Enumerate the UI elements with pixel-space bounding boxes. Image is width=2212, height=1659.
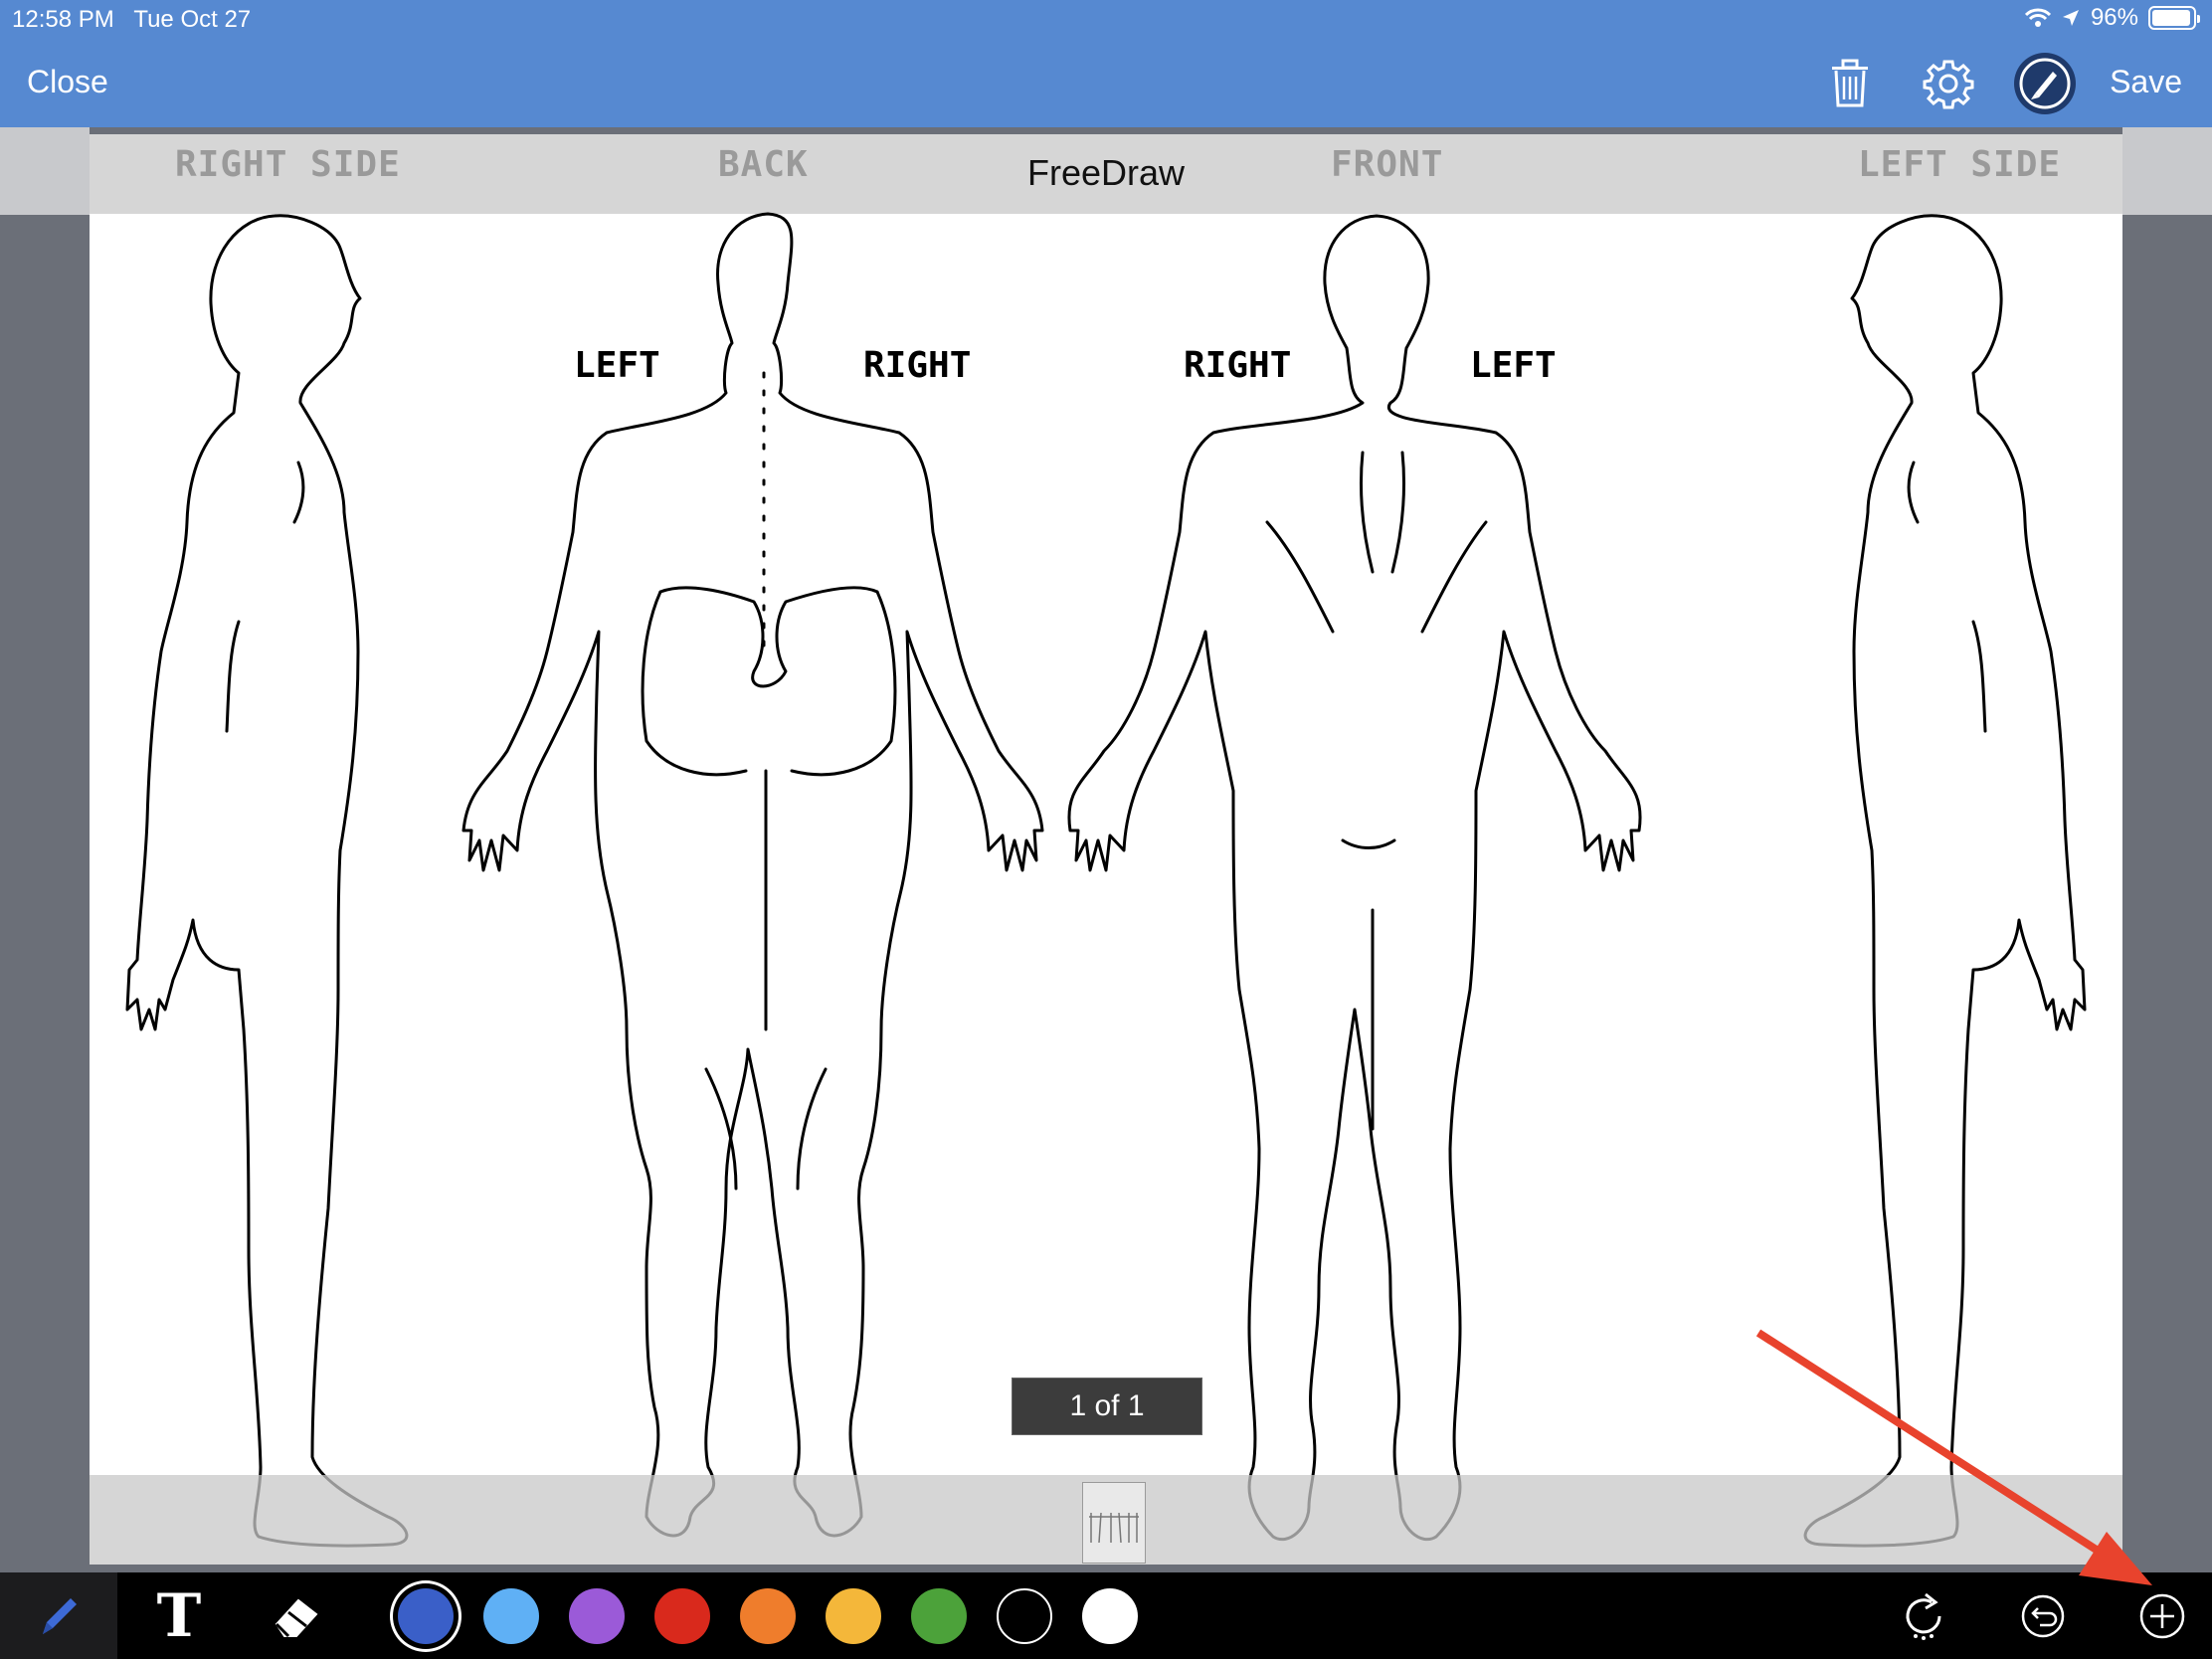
drawing-toolbar: T — [0, 1572, 2212, 1659]
location-icon — [2062, 10, 2079, 26]
color-swatch-black[interactable] — [997, 1588, 1052, 1644]
pen-circle-icon[interactable] — [2013, 52, 2077, 115]
color-swatch-orange[interactable] — [740, 1588, 796, 1644]
page-thumbnail[interactable] — [1082, 1482, 1146, 1564]
color-swatch-green[interactable] — [911, 1588, 967, 1644]
figure-left-side — [1803, 214, 2087, 1548]
page-indicator: 1 of 1 — [1012, 1378, 1202, 1435]
redo-icon[interactable] — [1894, 1586, 1953, 1646]
save-button[interactable]: Save — [2110, 64, 2182, 100]
body-diagram — [125, 212, 2087, 1548]
color-swatch-light-blue[interactable] — [483, 1588, 539, 1644]
color-swatch-white[interactable] — [1082, 1588, 1138, 1644]
canvas-margin-right — [2122, 127, 2212, 215]
gear-icon[interactable] — [1921, 56, 1976, 111]
add-page-icon[interactable] — [2132, 1586, 2192, 1646]
close-button[interactable]: Close — [27, 64, 108, 100]
back-right-label: RIGHT — [863, 345, 972, 386]
color-swatch-blue[interactable] — [398, 1588, 454, 1644]
back-left-label: LEFT — [574, 345, 660, 386]
status-indicators: 96% — [2024, 4, 2200, 32]
figure-front — [1067, 214, 1642, 1542]
status-time: 12:58 PM Tue Oct 27 — [12, 6, 251, 34]
drawing-canvas[interactable]: RIGHT SIDE BACK FRONT LEFT SIDE FreeDraw — [90, 134, 2122, 1565]
battery-percent: 96% — [2090, 4, 2138, 31]
page-thumbnail-strip — [90, 1475, 2122, 1565]
figure-back — [461, 212, 1044, 1538]
color-swatch-purple[interactable] — [569, 1588, 625, 1644]
color-swatch-yellow[interactable] — [826, 1588, 881, 1644]
battery-icon — [2148, 6, 2200, 30]
pen-icon[interactable] — [0, 1572, 117, 1659]
trash-icon[interactable] — [1822, 56, 1878, 111]
eraser-icon[interactable] — [267, 1572, 326, 1659]
wifi-icon — [2024, 8, 2051, 27]
figure-right-side — [125, 214, 409, 1548]
color-swatch-red[interactable] — [654, 1588, 710, 1644]
front-left-label: LEFT — [1470, 345, 1557, 386]
undo-icon[interactable] — [2013, 1586, 2073, 1646]
navigation-bar: 12:58 PM Tue Oct 27 96% Close Save — [0, 0, 2212, 127]
date: Tue Oct 27 — [133, 6, 252, 33]
clock: 12:58 PM — [12, 6, 114, 33]
canvas-margin-left — [0, 127, 90, 215]
front-right-label: RIGHT — [1184, 345, 1292, 386]
text-icon[interactable]: T — [149, 1572, 209, 1659]
